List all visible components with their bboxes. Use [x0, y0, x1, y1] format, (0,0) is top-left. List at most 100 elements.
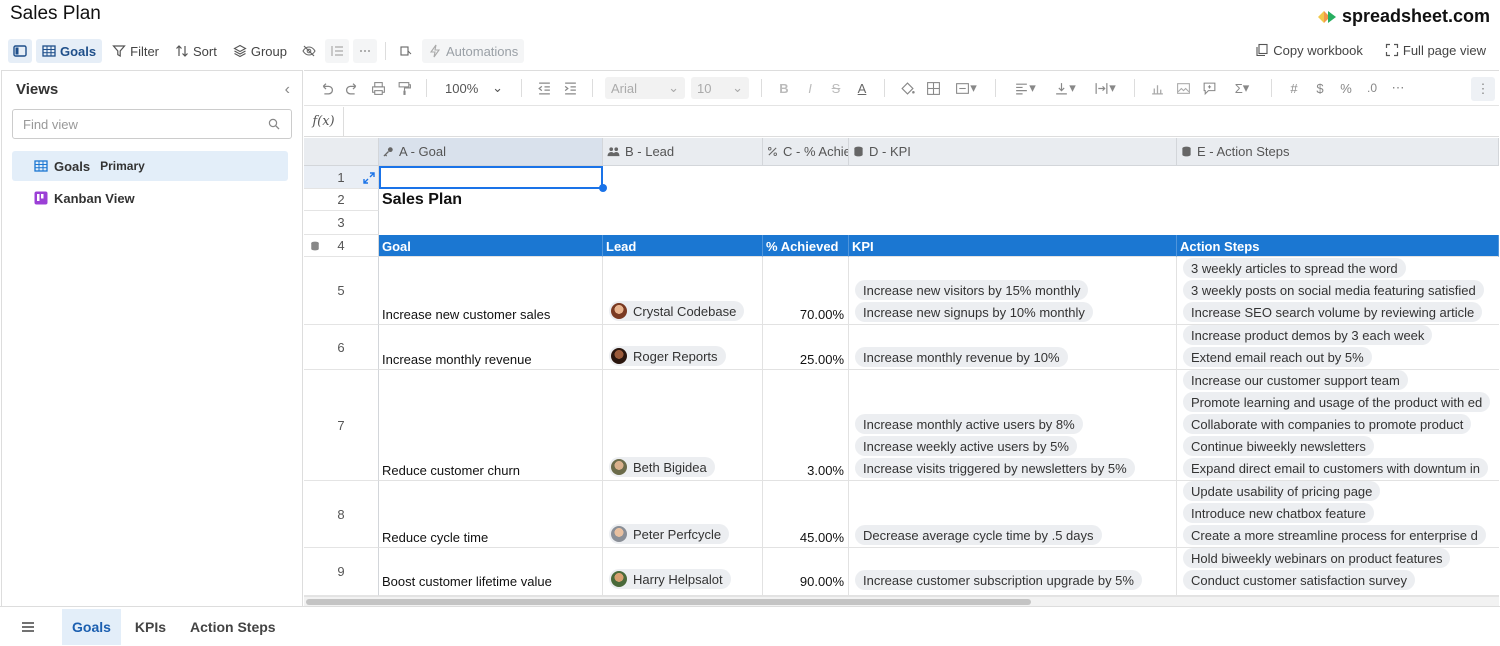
percent-format-button[interactable]: % [1336, 78, 1356, 98]
table-header-cell[interactable]: Goal [379, 235, 603, 257]
action-step-chip[interactable]: Update usability of pricing page [1183, 481, 1381, 501]
kpi-chip[interactable]: Increase new signups by 10% monthly [855, 302, 1093, 322]
action-step-chip[interactable]: Continue biweekly newsletters [1183, 436, 1374, 456]
more-options-button[interactable] [353, 39, 377, 63]
kpi-chip[interactable]: Increase monthly active users by 8% [855, 414, 1083, 434]
kpi-cell[interactable]: Increase monthly revenue by 10% [849, 325, 1177, 370]
kpi-chip[interactable]: Increase customer subscription upgrade b… [855, 570, 1142, 590]
view-item-kanban[interactable]: Kanban View [12, 183, 288, 213]
action-step-chip[interactable]: Collaborate with companies to promote pr… [1183, 414, 1472, 434]
action-step-chip[interactable]: Introduce new chatbox feature [1183, 503, 1374, 523]
table-header-cell[interactable]: Lead [603, 235, 763, 257]
column-header-d[interactable]: D - KPI [849, 138, 1177, 166]
insert-chart-button[interactable] [1147, 78, 1167, 98]
kpi-chip[interactable]: Decrease average cycle time by .5 days [855, 525, 1102, 545]
row-number[interactable]: 8 [304, 481, 379, 548]
lead-cell[interactable]: Harry Helpsalot [603, 548, 763, 596]
insert-comment-button[interactable] [1199, 78, 1219, 98]
achieved-cell[interactable]: 25.00% [763, 325, 849, 370]
functions-button[interactable]: Σ ▾ [1225, 78, 1259, 98]
table-header-cell[interactable]: Action Steps [1177, 235, 1499, 257]
empty-row[interactable] [379, 166, 1499, 189]
row-number[interactable]: 9 [304, 548, 379, 596]
action-steps-cell[interactable]: Hold biweekly webinars on product featur… [1177, 548, 1499, 596]
strikethrough-button[interactable]: S [826, 78, 846, 98]
decrease-decimal-button[interactable]: .0 [1362, 78, 1382, 98]
goal-cell[interactable]: Increase monthly revenue [379, 325, 603, 370]
column-header-c[interactable]: C - % Achie [763, 138, 849, 166]
fill-color-button[interactable] [897, 78, 917, 98]
kpi-cell[interactable]: Decrease average cycle time by .5 days [849, 481, 1177, 548]
table-header-cell[interactable]: % Achieved [763, 235, 849, 257]
action-step-chip[interactable]: Extend email reach out by 5% [1183, 347, 1372, 367]
sort-button[interactable]: Sort [169, 39, 223, 63]
action-steps-cell[interactable]: Increase product demos by 3 each week Ex… [1177, 325, 1499, 370]
row-number[interactable]: 3 [304, 211, 379, 235]
kpi-cell[interactable]: Increase new visitors by 15% monthly Inc… [849, 257, 1177, 325]
row-number[interactable]: 7 [304, 370, 379, 481]
action-step-chip[interactable]: 3 weekly posts on social media featuring… [1183, 280, 1484, 300]
borders-button[interactable] [923, 78, 943, 98]
action-step-chip[interactable]: 3 weekly articles to spread the word [1183, 258, 1406, 278]
increase-indent-button[interactable] [560, 78, 580, 98]
copy-workbook-button[interactable]: Copy workbook [1249, 38, 1369, 62]
lead-cell[interactable]: Beth Bigidea [603, 370, 763, 481]
action-step-chip[interactable]: Conduct customer satisfaction survey [1183, 570, 1416, 590]
number-format-button[interactable]: # [1284, 78, 1304, 98]
action-step-chip[interactable]: Expand direct email to customers with do… [1183, 458, 1489, 478]
kpi-chip[interactable]: Increase visits triggered by newsletters… [855, 458, 1135, 478]
text-color-button[interactable]: A [852, 78, 872, 98]
format-overflow-button[interactable]: ⋮ [1471, 77, 1495, 101]
zoom-select[interactable]: 100% ⌄ [439, 77, 509, 99]
formula-input[interactable] [344, 107, 1499, 136]
hide-fields-button[interactable] [297, 39, 321, 63]
sheet-tab-action-steps[interactable]: Action Steps [180, 609, 286, 645]
empty-row[interactable] [379, 211, 1499, 235]
column-header-b[interactable]: B - Lead [603, 138, 763, 166]
expand-row-icon[interactable] [363, 172, 375, 184]
decrease-indent-button[interactable] [534, 78, 554, 98]
brand-logo[interactable]: spreadsheet.com [1316, 6, 1490, 27]
bold-button[interactable]: B [774, 78, 794, 98]
row-height-button[interactable] [325, 39, 349, 63]
undo-button[interactable] [316, 78, 336, 98]
text-wrap-button[interactable]: ▾ [1088, 78, 1122, 98]
document-title[interactable]: Sales Plan [10, 3, 101, 25]
toggle-views-panel-button[interactable] [8, 39, 32, 63]
sheet-tab-goals[interactable]: Goals [62, 608, 121, 645]
lead-cell[interactable]: Peter Perfcycle [603, 481, 763, 548]
view-item-goals[interactable]: Goals Primary [12, 151, 288, 181]
fill-handle[interactable] [599, 184, 607, 192]
print-button[interactable] [368, 78, 388, 98]
kpi-cell[interactable]: Increase monthly active users by 8% Incr… [849, 370, 1177, 481]
group-button[interactable]: Group [227, 39, 293, 63]
goals-view-button[interactable]: Goals [36, 39, 103, 63]
lead-chip[interactable]: Roger Reports [609, 346, 726, 366]
action-step-chip[interactable]: Increase product demos by 3 each week [1183, 325, 1433, 345]
automations-button[interactable]: Automations [422, 39, 525, 63]
goal-cell[interactable]: Boost customer lifetime value [379, 548, 603, 596]
currency-format-button[interactable]: $ [1310, 78, 1330, 98]
row-number[interactable]: 2 [304, 189, 379, 211]
insert-image-button[interactable] [1173, 78, 1193, 98]
sheets-menu-button[interactable] [0, 607, 56, 646]
action-steps-cell[interactable]: Increase our customer support team Promo… [1177, 370, 1499, 481]
lead-cell[interactable]: Crystal Codebase [603, 257, 763, 325]
merge-cells-button[interactable]: ▾ [949, 78, 983, 98]
row-number[interactable]: 6 [304, 325, 379, 370]
more-format-button[interactable]: ⋯ [1388, 78, 1408, 98]
kpi-cell[interactable]: Increase customer subscription upgrade b… [849, 548, 1177, 596]
action-steps-cell[interactable]: Update usability of pricing page Introdu… [1177, 481, 1499, 548]
lead-chip[interactable]: Beth Bigidea [609, 457, 715, 477]
scrollbar-thumb[interactable] [306, 599, 1031, 605]
lead-chip[interactable]: Crystal Codebase [609, 301, 745, 321]
lead-chip[interactable]: Harry Helpsalot [609, 569, 731, 589]
column-header-a[interactable]: A - Goal [379, 138, 603, 166]
font-size-select[interactable]: 10 ⌄ [691, 77, 749, 99]
achieved-cell[interactable]: 45.00% [763, 481, 849, 548]
italic-button[interactable]: I [800, 78, 820, 98]
sheet-title-cell[interactable]: Sales Plan [379, 189, 779, 211]
kpi-chip[interactable]: Increase monthly revenue by 10% [855, 347, 1068, 367]
achieved-cell[interactable]: 70.00% [763, 257, 849, 325]
full-page-view-button[interactable]: Full page view [1379, 38, 1492, 62]
